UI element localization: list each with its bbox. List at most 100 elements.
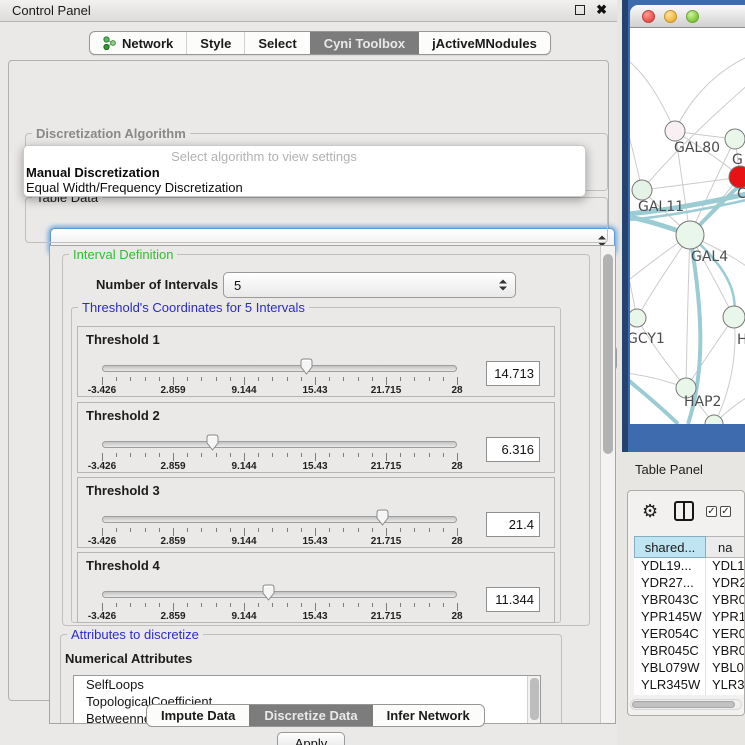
threshold-panel-2: Threshold 2 -3.4262.8599.14415.4321.71528 (77, 402, 555, 473)
cell-shared-name: YBR045C (634, 643, 706, 660)
threshold-label: Threshold 3 (86, 483, 160, 498)
threshold-panel-1: Threshold 1 -3.4262.8599.14415.4321.71528 (77, 326, 555, 397)
network-icon (103, 36, 116, 50)
network-node-label: GCY1 (630, 331, 665, 347)
network-canvas[interactable]: GAL80GCGAL11GAL4GCY1HHAP2 (630, 28, 745, 424)
cell-shared-name: YIL053C (634, 694, 706, 695)
cyni-toolbox-panel: Discretization Algorithm Select algorith… (8, 60, 609, 701)
slider-ticks (102, 377, 457, 385)
network-node-gal80[interactable] (665, 121, 685, 141)
split-columns-icon[interactable] (674, 501, 694, 521)
network-window-titlebar (630, 5, 745, 28)
minimize-traffic-light-icon[interactable] (664, 10, 677, 23)
network-node-label: GAL11 (638, 199, 684, 215)
tab-impute-data[interactable]: Impute Data (147, 705, 249, 726)
attributes-list-scrollbar[interactable] (527, 676, 540, 724)
slider-track[interactable] (102, 591, 457, 598)
table-row[interactable]: YLR345WYLR3 (634, 677, 744, 694)
network-node-gal4[interactable] (676, 221, 704, 249)
threshold-value-input[interactable] (486, 512, 540, 537)
checkbox-icon[interactable]: ✓ (706, 506, 717, 517)
dropdown-option-manual-discretization[interactable]: Manual Discretization (24, 165, 585, 180)
table-row[interactable]: YDL19...YDL1 (634, 558, 744, 575)
apply-button[interactable]: Apply (277, 732, 345, 745)
slider-tick-labels: -3.4262.8599.14415.4321.71528 (102, 461, 457, 473)
tab-infer-network[interactable]: Infer Network (372, 705, 484, 726)
checkbox-icon[interactable]: ✓ (720, 506, 731, 517)
table-data-group: Table Data galFiltered.sif default node (25, 197, 608, 243)
table-row[interactable]: YER054CYER0 (634, 626, 744, 643)
network-node-gal11[interactable] (632, 180, 652, 200)
slider-thumb[interactable] (205, 433, 220, 452)
cell-name: YER0 (706, 626, 744, 643)
tab-label: Select (258, 36, 296, 51)
threshold-label: Threshold 2 (86, 408, 160, 423)
slider-tick-labels: -3.4262.8599.14415.4321.71528 (102, 385, 457, 397)
table-row[interactable]: YBR045CYBR0 (634, 643, 744, 660)
control-panel-titlebar: Control Panel ✖ (0, 0, 617, 22)
scrollbar-thumb[interactable] (632, 701, 735, 708)
cell-shared-name: YPR145W (634, 609, 706, 626)
slider-thumb[interactable] (375, 508, 390, 527)
table-row[interactable]: YBL079WYBL0 (634, 660, 744, 677)
tab-network[interactable]: Network (90, 32, 186, 54)
number-of-intervals-label: Number of Intervals (96, 277, 218, 292)
tab-jactivemnodules[interactable]: jActiveMNodules (418, 32, 550, 54)
close-traffic-light-icon[interactable] (642, 10, 655, 23)
cell-shared-name: YLR345W (634, 677, 706, 694)
slider-track[interactable] (102, 365, 457, 372)
dropdown-option-equal-width-frequency-discretization[interactable]: Equal Width/Frequency Discretization (24, 180, 585, 195)
cell-name: YLR3 (706, 677, 744, 694)
slider-thumb[interactable] (261, 583, 276, 602)
select-stepper-icon (499, 280, 507, 291)
slider-tick-labels: -3.4262.8599.14415.4321.71528 (102, 611, 457, 623)
column-header-name[interactable]: na (706, 536, 744, 558)
settings-scrollpane: Interval Definition Number of Intervals … (49, 245, 616, 724)
table-row[interactable]: YDR27...YDR2 (634, 575, 744, 592)
algorithm-dropdown-options: Manual DiscretizationEqual Width/Frequen… (24, 165, 585, 195)
window-buttons: ✖ (575, 4, 607, 16)
scrollbar-thumb[interactable] (530, 678, 539, 720)
algorithm-dropdown-popup: Select algorithm to view settings Manual… (23, 145, 586, 197)
threshold-value-input[interactable] (486, 587, 540, 612)
attribute-item-selfloops[interactable]: SelfLoops (74, 676, 540, 693)
numerical-attributes-label: Numerical Attributes (65, 651, 192, 666)
settings-vertical-scrollbar[interactable] (600, 246, 615, 723)
threshold-panel-3: Threshold 3-3.4262.8599.14415.4321.71528 (77, 477, 555, 548)
thresholds-group-label: Threshold's Coordinates for 5 Intervals (78, 300, 309, 315)
table-row[interactable]: YIL053CYIL0 (634, 694, 744, 695)
float-window-icon[interactable] (575, 5, 585, 15)
screen: Control Panel ✖ NetworkStyle Select Cyni T… (0, 0, 745, 745)
scrollbar-thumb[interactable] (603, 254, 613, 454)
table-row[interactable]: YBR043CYBR0 (634, 592, 744, 609)
bottom-tab-bar: Impute DataDiscretize DataInfer Network (146, 704, 485, 727)
table-horizontal-scrollbar[interactable] (630, 699, 742, 710)
number-of-intervals-select[interactable]: 5 (223, 272, 516, 298)
tab-select[interactable]: Select (244, 32, 309, 54)
threshold-value-input[interactable] (486, 361, 540, 386)
tab-cyni-toolbox[interactable]: Cyni Toolbox (310, 32, 418, 54)
close-icon[interactable]: ✖ (596, 4, 607, 16)
table-row[interactable]: YPR145WYPR1 (634, 609, 744, 626)
network-node-h[interactable] (723, 306, 745, 328)
slider-track[interactable] (102, 516, 457, 523)
cell-shared-name: YDR27... (634, 575, 706, 592)
gear-icon[interactable]: ⚙ (642, 500, 658, 522)
slider-thumb[interactable] (299, 357, 314, 376)
cell-name: YBR0 (706, 592, 744, 609)
zoom-traffic-light-icon[interactable] (686, 10, 699, 23)
tab-style[interactable]: Style (186, 32, 244, 54)
threshold-label: Threshold 1 (86, 332, 160, 347)
slider-track[interactable] (102, 441, 457, 448)
slider-ticks (102, 453, 457, 461)
network-node-g[interactable] (725, 129, 745, 149)
cell-shared-name: YBR043C (634, 592, 706, 609)
tab-discretize-data[interactable]: Discretize Data (249, 705, 371, 726)
tab-label: jActiveMNodules (432, 36, 537, 51)
network-node-gcy1[interactable] (630, 309, 646, 327)
column-header-shared-name[interactable]: shared... (634, 536, 706, 558)
interval-definition-group: Interval Definition Number of Intervals … (62, 254, 590, 626)
top-tab-bar: NetworkStyle Select Cyni Toolbox jActiveMNo… (89, 31, 551, 55)
threshold-value-input[interactable] (486, 437, 540, 462)
number-of-intervals-value: 5 (234, 278, 241, 293)
